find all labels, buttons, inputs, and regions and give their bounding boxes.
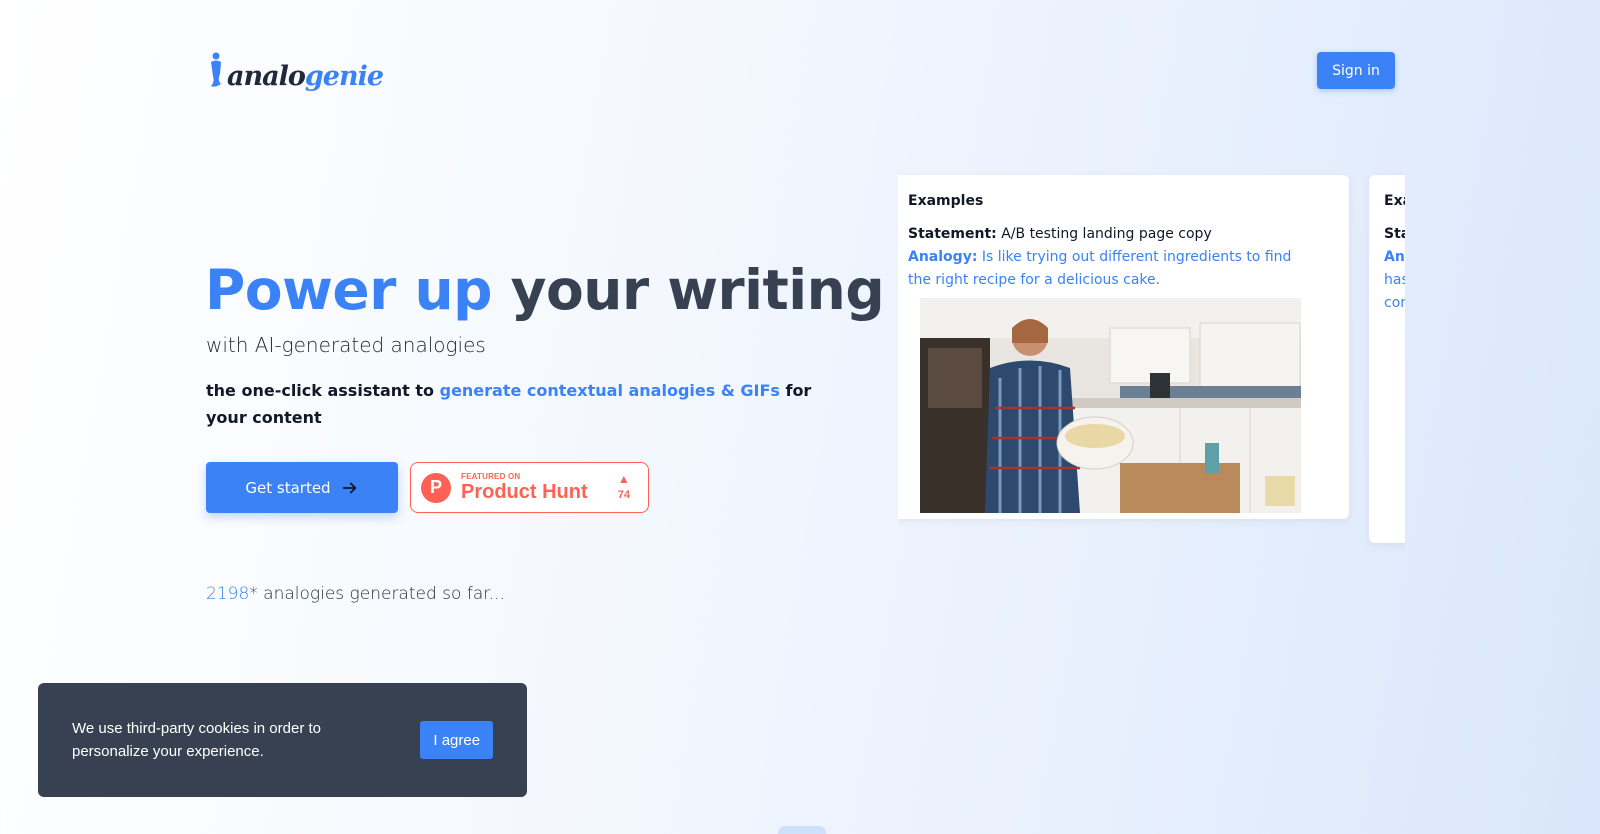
- example-analogy-next: Ana: [1384, 246, 1405, 269]
- hero-title: Power up your writing: [205, 258, 885, 322]
- cookie-banner: We use third-party cookies in order to p…: [38, 683, 527, 797]
- example-statement: Statement: A/B testing landing page copy: [908, 223, 1304, 246]
- logo-text-analo: analo: [227, 61, 306, 92]
- example-analogy-next-line3: con: [1384, 295, 1405, 311]
- cta-row: Get started P FEATURED ON Product Hunt ▲…: [206, 462, 649, 513]
- example-analogy: Analogy: Is like trying out different in…: [908, 246, 1304, 292]
- example-card: Examples Statement: A/B testing landing …: [898, 175, 1349, 519]
- sign-in-button[interactable]: Sign in: [1317, 52, 1395, 89]
- product-hunt-badge[interactable]: P FEATURED ON Product Hunt ▲ 74: [410, 462, 649, 513]
- statement-label-next: Sta: [1384, 226, 1405, 242]
- hero-subtitle: with AI-generated analogies: [206, 333, 486, 357]
- landing-page: analo genie Sign in Power up your writin…: [0, 0, 1600, 834]
- example-card-next: Exa Sta Ana has con: [1369, 175, 1405, 543]
- genie-icon: [211, 52, 221, 87]
- analogy-count: 2198: [206, 584, 250, 604]
- product-hunt-name: Product Hunt: [461, 481, 588, 503]
- baking-gif-image: [920, 298, 1301, 513]
- hero-description: the one-click assistant to generate cont…: [206, 377, 826, 431]
- analogy-label: Analogy:: [908, 249, 978, 265]
- example-card-title: Examples: [908, 193, 984, 209]
- product-hunt-featured-label: FEATURED ON: [461, 472, 521, 481]
- product-hunt-votes: ▲ 74: [618, 473, 630, 501]
- example-statement-next: Sta: [1384, 223, 1405, 246]
- cookie-text: We use third-party cookies in order to p…: [72, 720, 322, 760]
- example-analogy-next-line2: has: [1384, 272, 1405, 288]
- hero-title-accent: Power up: [205, 258, 493, 322]
- hero-desc-pre: the one-click assistant to: [206, 381, 440, 400]
- get-started-button[interactable]: Get started: [206, 462, 398, 513]
- statement-text: A/B testing landing page copy: [996, 226, 1212, 242]
- upvote-triangle-icon: ▲: [617, 472, 630, 486]
- arrow-right-icon: [342, 482, 356, 493]
- analogy-counter: 2198* analogies generated so far...: [206, 584, 505, 604]
- examples-carousel[interactable]: Examples Statement: A/B testing landing …: [898, 171, 1405, 551]
- statement-label: Statement:: [908, 226, 997, 242]
- analogy-gif: [920, 298, 1301, 513]
- product-hunt-logo-icon: P: [421, 472, 451, 503]
- cookie-agree-button[interactable]: I agree: [420, 721, 493, 759]
- logo-text-genie: genie: [304, 61, 384, 92]
- analogenie-logo[interactable]: analo genie: [207, 48, 384, 92]
- hero-desc-highlight: generate contextual analogies & GIFs: [439, 381, 780, 400]
- analogy-counter-suffix: * analogies generated so far...: [249, 584, 505, 604]
- product-hunt-text: FEATURED ON Product Hunt: [461, 472, 588, 503]
- get-started-label: Get started: [245, 478, 331, 497]
- analogy-label-next: Ana: [1384, 249, 1405, 265]
- hero-title-rest: your writing: [492, 258, 885, 322]
- vote-count: 74: [617, 489, 630, 501]
- example-card-title-next: Exa: [1384, 193, 1405, 209]
- section-badge: [778, 826, 826, 834]
